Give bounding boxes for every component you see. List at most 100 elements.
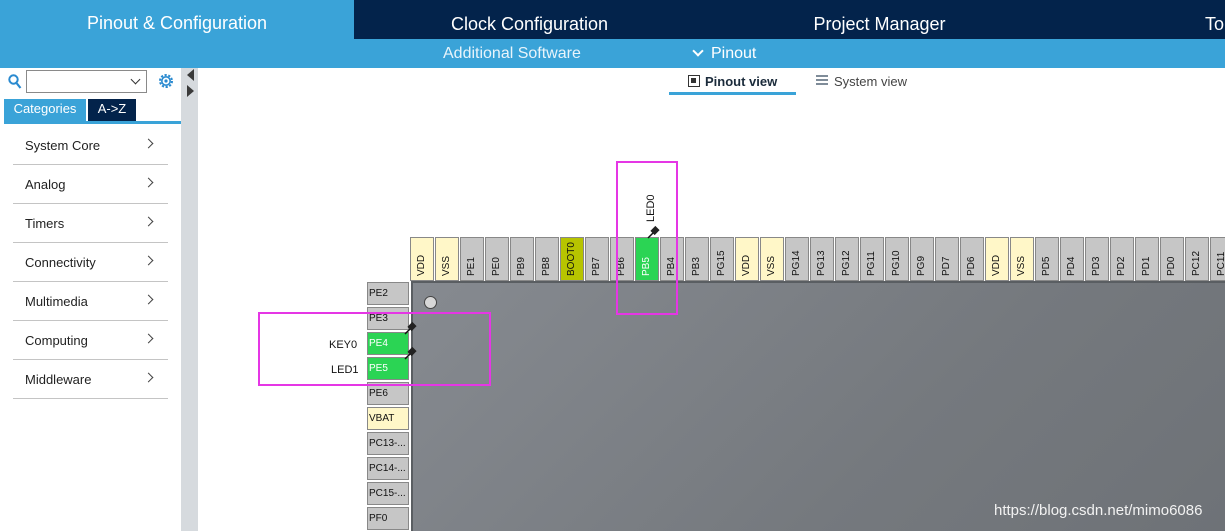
pin-pd0[interactable]: PD0 (1160, 237, 1184, 281)
pin-name: PC11 (1216, 251, 1225, 276)
tab-pinout-view[interactable]: Pinout view (688, 74, 777, 94)
pin-pc13[interactable]: PC13-... (367, 432, 409, 455)
chevron-right-icon (143, 138, 154, 149)
pin-boot0[interactable]: BOOT0 (560, 237, 584, 281)
pin-pc15[interactable]: PC15-... (367, 482, 409, 505)
category-multimedia[interactable]: Multimedia (13, 282, 168, 321)
pin-pd4[interactable]: PD4 (1060, 237, 1084, 281)
pin-name: PG13 (816, 250, 827, 276)
pin-name: PG9 (916, 255, 927, 276)
category-label: Computing (25, 333, 88, 348)
tab-a-to-z[interactable]: A->Z (88, 99, 136, 121)
pin1-marker (424, 296, 437, 309)
view-tab-underline (669, 92, 796, 95)
category-timers[interactable]: Timers (13, 204, 168, 243)
pin-name: PB7 (591, 257, 602, 276)
panel-splitter[interactable] (181, 68, 198, 531)
pin-vbat[interactable]: VBAT (367, 407, 409, 430)
pin-pd2[interactable]: PD2 (1110, 237, 1134, 281)
tab-pinout-configuration[interactable]: Pinout & Configuration (0, 0, 354, 39)
pin-name: PE1 (466, 257, 477, 276)
pin-pd5[interactable]: PD5 (1035, 237, 1059, 281)
pin-pb7[interactable]: PB7 (585, 237, 609, 281)
pin-name: PD4 (1066, 256, 1077, 276)
tab-system-view[interactable]: System view (816, 74, 907, 94)
pin-vdd[interactable]: VDD (735, 237, 759, 281)
category-label: Timers (25, 216, 65, 231)
tab-label: To (1205, 14, 1225, 34)
pin-pg15[interactable]: PG15 (710, 237, 734, 281)
pin-vss[interactable]: VSS (1010, 237, 1034, 281)
pin-pg13[interactable]: PG13 (810, 237, 834, 281)
watermark-text: https://blog.csdn.net/mimo6086 (994, 502, 1203, 519)
chip-icon (688, 75, 700, 87)
pin-name: VDD (991, 254, 1002, 276)
additional-software-menu[interactable]: Additional Software (443, 39, 581, 68)
pin-pe0[interactable]: PE0 (485, 237, 509, 281)
chevron-right-icon (143, 294, 154, 305)
chevron-right-icon (143, 177, 154, 188)
category-system-core[interactable]: System Core (13, 126, 168, 165)
pin-name: PG14 (791, 250, 802, 276)
pin-pg12[interactable]: PG12 (835, 237, 859, 281)
pin-pf0[interactable]: PF0 (367, 507, 409, 530)
expand-right-icon[interactable] (187, 85, 194, 97)
pin-pd3[interactable]: PD3 (1085, 237, 1109, 281)
pin-name: PB3 (691, 257, 702, 276)
pin-name: BOOT0 (566, 242, 577, 276)
pin-pb9[interactable]: PB9 (510, 237, 534, 281)
pinout-view-label: Pinout view (705, 74, 778, 89)
pin-name: PG12 (841, 250, 852, 276)
pin-name: PD6 (966, 256, 977, 276)
category-analog[interactable]: Analog (13, 165, 168, 204)
pin-vdd[interactable]: VDD (410, 237, 434, 281)
pin-pg14[interactable]: PG14 (785, 237, 809, 281)
system-view-label: System view (834, 74, 907, 89)
tab-underline (4, 121, 181, 124)
category-label: Multimedia (25, 294, 88, 309)
pin-pb3[interactable]: PB3 (685, 237, 709, 281)
pin-pe2[interactable]: PE2 (367, 282, 409, 305)
category-middleware[interactable]: Middleware (13, 360, 168, 399)
category-label: Analog (25, 177, 66, 192)
categories-panel: Categories A->Z System Core Analog Timer… (0, 68, 181, 531)
pin-pc11[interactable]: PC11 (1210, 237, 1225, 281)
collapse-left-icon[interactable] (187, 69, 194, 81)
pin-pg11[interactable]: PG11 (860, 237, 884, 281)
dropdown-caret-icon[interactable] (130, 74, 141, 85)
pin-pd7[interactable]: PD7 (935, 237, 959, 281)
pin-name: PB8 (541, 257, 552, 276)
search-icon[interactable] (8, 74, 22, 90)
gear-icon[interactable] (157, 72, 175, 90)
pin-vdd[interactable]: VDD (985, 237, 1009, 281)
tab-label: Pinout & Configuration (86, 13, 268, 33)
tab-tools[interactable]: To (1055, 9, 1225, 39)
pin-pd1[interactable]: PD1 (1135, 237, 1159, 281)
main-tab-bar: Pinout & Configuration Clock Configurati… (0, 0, 1225, 39)
pin-pc14[interactable]: PC14-... (367, 457, 409, 480)
pin-name: PD7 (941, 256, 952, 276)
category-label: System Core (25, 138, 101, 153)
pin-name: VSS (766, 255, 777, 276)
pin-pe1[interactable]: PE1 (460, 237, 484, 281)
tab-project-manager[interactable]: Project Manager (705, 9, 1054, 39)
pin-pg9[interactable]: PG9 (910, 237, 934, 281)
tab-clock-configuration[interactable]: Clock Configuration (355, 9, 704, 39)
pin-name: VDD (416, 254, 427, 276)
chevron-right-icon (143, 333, 154, 344)
chevron-right-icon (143, 372, 154, 383)
tab-categories[interactable]: Categories (4, 99, 86, 121)
pinout-menu[interactable]: Pinout (692, 39, 756, 68)
category-connectivity[interactable]: Connectivity (13, 243, 168, 282)
pin-name: VSS (1016, 255, 1027, 276)
pin-name: PD0 (1166, 256, 1177, 276)
pin-vss[interactable]: VSS (760, 237, 784, 281)
pin-pd6[interactable]: PD6 (960, 237, 984, 281)
search-input[interactable] (26, 70, 147, 93)
pin-pb8[interactable]: PB8 (535, 237, 559, 281)
pin-pc12[interactable]: PC12 (1185, 237, 1209, 281)
pin-pg10[interactable]: PG10 (885, 237, 909, 281)
pin-vss[interactable]: VSS (435, 237, 459, 281)
category-computing[interactable]: Computing (13, 321, 168, 360)
pin-name: PG11 (866, 251, 877, 276)
